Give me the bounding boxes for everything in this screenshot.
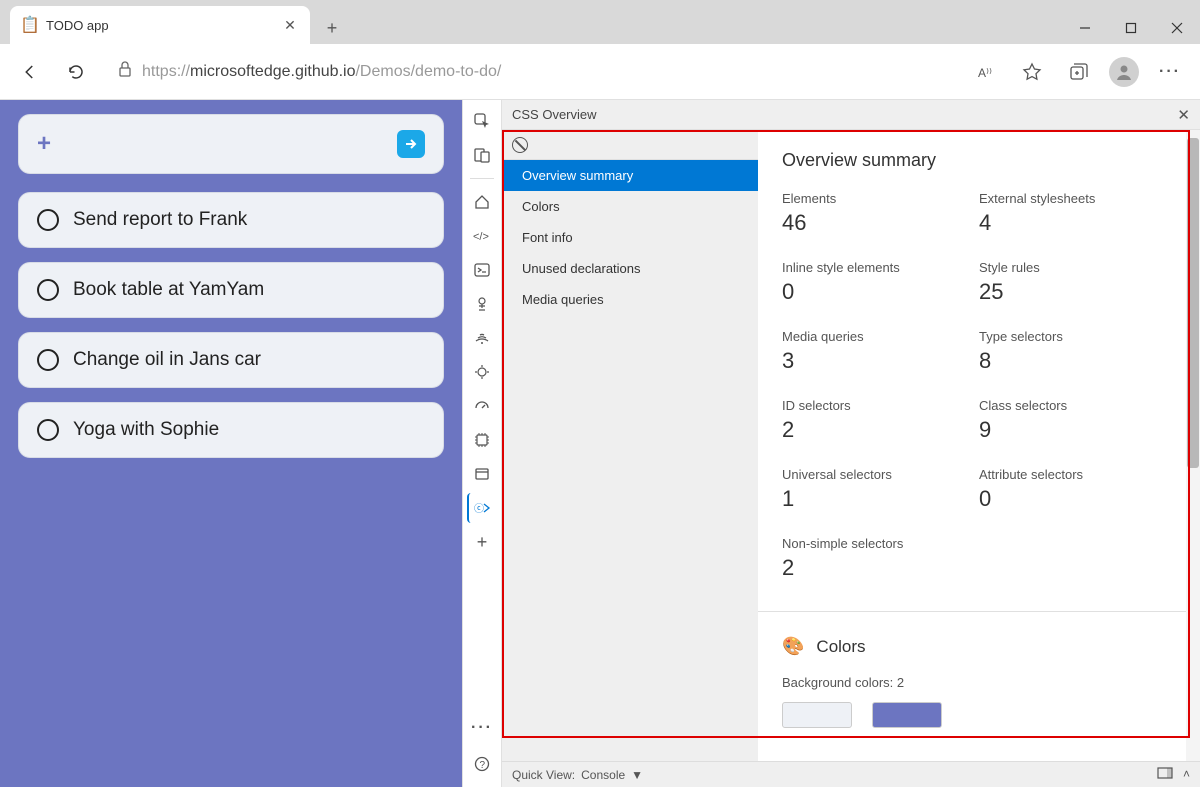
back-button[interactable] xyxy=(12,54,48,90)
checkbox-icon[interactable] xyxy=(37,209,59,231)
close-tab-button[interactable]: ✕ xyxy=(282,17,298,33)
clipboard-icon: 📋 xyxy=(22,17,38,33)
profile-avatar[interactable] xyxy=(1106,54,1142,90)
colors-section-heading: 🎨 Colors xyxy=(782,636,1176,657)
dropdown-icon[interactable]: ▼ xyxy=(631,768,643,782)
css-overview-icon[interactable]: ⓒ xyxy=(467,493,497,523)
checkbox-icon[interactable] xyxy=(37,279,59,301)
more-tools-icon[interactable]: + xyxy=(467,527,497,557)
color-swatches xyxy=(782,702,1176,728)
url-text: https://microsoftedge.github.io/Demos/de… xyxy=(142,63,501,81)
close-window-button[interactable] xyxy=(1154,12,1200,44)
tab-title: TODO app xyxy=(46,18,274,33)
devtools-panel: CSS Overview ✕ Overview summary Colors F… xyxy=(502,100,1200,787)
color-swatch[interactable] xyxy=(872,702,942,728)
svg-text:</>: </> xyxy=(473,231,489,243)
expand-icon[interactable]: ˄ xyxy=(1183,767,1190,782)
quick-view-bar: Quick View: Console ▼ ˄ xyxy=(502,761,1200,787)
css-overview-sidebar: Overview summary Colors Font info Unused… xyxy=(502,130,758,761)
stat-item: Media queries3 xyxy=(782,329,979,374)
stat-item: External stylesheets4 xyxy=(979,191,1176,236)
nav-colors[interactable]: Colors xyxy=(502,191,758,222)
task-item[interactable]: Book table at YamYam xyxy=(18,262,444,318)
dock-side-icon[interactable] xyxy=(1157,767,1173,782)
help-icon[interactable]: ? xyxy=(467,749,497,779)
plus-icon: + xyxy=(37,130,51,158)
address-bar: https://microsoftedge.github.io/Demos/de… xyxy=(0,44,1200,100)
panel-header: CSS Overview ✕ xyxy=(502,100,1200,130)
task-item[interactable]: Send report to Frank xyxy=(18,192,444,248)
application-icon[interactable] xyxy=(467,459,497,489)
content-area: + Send report to Frank Book table at Yam… xyxy=(0,100,1200,787)
stats-grid: Elements46 External stylesheets4 Inline … xyxy=(782,191,1176,581)
dock-menu-icon[interactable]: ··· xyxy=(467,713,497,743)
overview-heading: Overview summary xyxy=(782,150,1176,171)
new-tab-button[interactable]: + xyxy=(316,12,348,44)
quick-view-label: Quick View: xyxy=(512,768,575,782)
refresh-button[interactable] xyxy=(58,54,94,90)
svg-text:ⓒ: ⓒ xyxy=(474,503,484,515)
stat-item: Attribute selectors0 xyxy=(979,467,1176,512)
maximize-button[interactable] xyxy=(1108,12,1154,44)
css-toolbar xyxy=(502,130,758,160)
panel-body: Overview summary Colors Font info Unused… xyxy=(502,130,1200,761)
lighthouse-icon[interactable] xyxy=(467,357,497,387)
css-overview-nav: Overview summary Colors Font info Unused… xyxy=(502,160,758,315)
read-aloud-icon[interactable]: A⁾⁾ xyxy=(968,54,1004,90)
devtools-dock: </> ⓒ + ··· ? xyxy=(462,100,502,787)
task-item[interactable]: Change oil in Jans car xyxy=(18,332,444,388)
settings-menu-button[interactable]: ··· xyxy=(1152,54,1188,90)
url-box[interactable]: https://microsoftedge.github.io/Demos/de… xyxy=(104,54,958,90)
favorite-icon[interactable] xyxy=(1014,54,1050,90)
submit-arrow-button[interactable] xyxy=(397,130,425,158)
network-icon[interactable] xyxy=(467,323,497,353)
palette-icon: 🎨 xyxy=(782,636,804,657)
stat-item: Inline style elements0 xyxy=(782,260,979,305)
nav-font-info[interactable]: Font info xyxy=(502,222,758,253)
stat-item: Type selectors8 xyxy=(979,329,1176,374)
memory-icon[interactable] xyxy=(467,425,497,455)
add-task-bar[interactable]: + xyxy=(18,114,444,174)
stat-item: Style rules25 xyxy=(979,260,1176,305)
stat-item: Elements46 xyxy=(782,191,979,236)
window-controls xyxy=(1062,12,1200,44)
window-titlebar: 📋 TODO app ✕ + xyxy=(0,0,1200,44)
performance-icon[interactable] xyxy=(467,391,497,421)
elements-icon[interactable]: </> xyxy=(467,221,497,251)
todo-app-page: + Send report to Frank Book table at Yam… xyxy=(0,100,462,787)
checkbox-icon[interactable] xyxy=(37,419,59,441)
quick-view-value[interactable]: Console xyxy=(581,768,625,782)
collections-icon[interactable] xyxy=(1060,54,1096,90)
stat-item: ID selectors2 xyxy=(782,398,979,443)
task-item[interactable]: Yoga with Sophie xyxy=(18,402,444,458)
color-swatch[interactable] xyxy=(782,702,852,728)
browser-tab[interactable]: 📋 TODO app ✕ xyxy=(10,6,310,44)
checkbox-icon[interactable] xyxy=(37,349,59,371)
scrollbar[interactable] xyxy=(1186,130,1200,761)
svg-text:A⁾⁾: A⁾⁾ xyxy=(978,66,992,80)
nav-media-queries[interactable]: Media queries xyxy=(502,284,758,315)
stat-item: Class selectors9 xyxy=(979,398,1176,443)
inspect-icon[interactable] xyxy=(467,106,497,136)
minimize-button[interactable] xyxy=(1062,12,1108,44)
task-list: Send report to Frank Book table at YamYa… xyxy=(18,192,444,458)
welcome-icon[interactable] xyxy=(467,187,497,217)
lock-icon xyxy=(118,61,132,82)
background-colors-label: Background colors: 2 xyxy=(782,675,1176,690)
css-overview-main: Overview summary Elements46 External sty… xyxy=(758,130,1200,761)
nav-overview-summary[interactable]: Overview summary xyxy=(502,160,758,191)
panel-title: CSS Overview xyxy=(512,107,597,122)
clear-overview-icon[interactable] xyxy=(512,137,528,153)
sources-icon[interactable] xyxy=(467,289,497,319)
nav-unused-declarations[interactable]: Unused declarations xyxy=(502,253,758,284)
stat-item: Universal selectors1 xyxy=(782,467,979,512)
device-toggle-icon[interactable] xyxy=(467,140,497,170)
close-panel-button[interactable]: ✕ xyxy=(1177,106,1190,124)
svg-text:?: ? xyxy=(480,760,486,771)
stat-item: Non-simple selectors2 xyxy=(782,536,979,581)
console-icon[interactable] xyxy=(467,255,497,285)
